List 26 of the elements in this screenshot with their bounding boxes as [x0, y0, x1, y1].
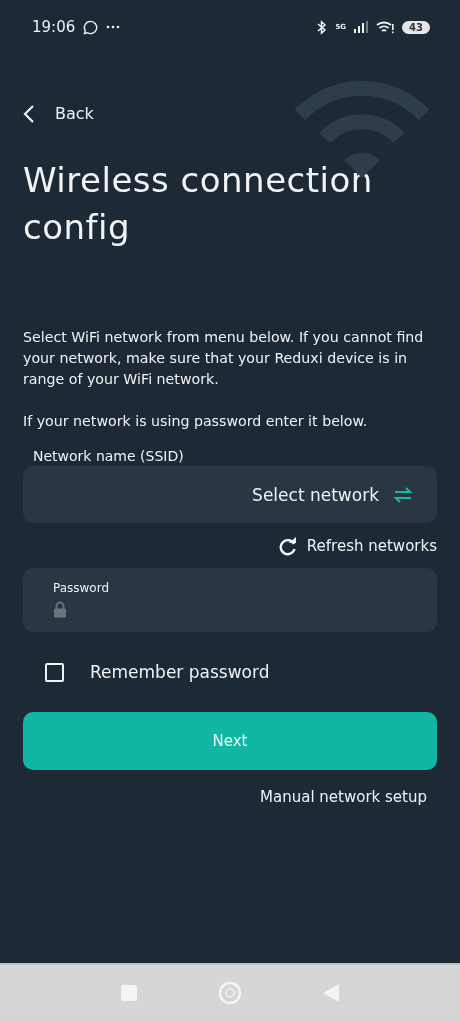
back-button[interactable]: Back — [23, 104, 94, 123]
chat-icon — [83, 19, 99, 35]
field-label: Network name (SSID) — [32, 448, 184, 464]
page-title: Wireless connection config — [23, 159, 374, 249]
signal-icon — [354, 21, 369, 33]
manual-setup-link[interactable]: Manual network setup — [260, 788, 427, 806]
status-time: 19:06 — [32, 18, 76, 36]
recents-icon[interactable] — [120, 984, 138, 1002]
swap-icon — [393, 486, 413, 503]
chevron-left-icon — [23, 104, 35, 123]
network-select[interactable]: Select network — [23, 466, 437, 523]
bluetooth-icon — [317, 19, 328, 35]
wifi-icon — [376, 20, 395, 34]
home-icon[interactable] — [218, 981, 242, 1005]
remember-checkbox[interactable] — [45, 662, 64, 682]
more-icon — [106, 25, 121, 29]
refresh-icon — [277, 536, 298, 556]
field-label: Password — [53, 581, 110, 595]
lock-icon — [53, 600, 67, 618]
instruction-text: Select WiFi network from menu below. If you cannot find your network, make sure that your Reduxi device is in range of your WiFi network. — [23, 328, 425, 389]
checkbox-label: Remember password — [90, 662, 270, 682]
battery-level: 43 — [402, 20, 430, 34]
password-field[interactable]: Password — [23, 568, 437, 632]
instruction-text: If your network is using password enter it below. — [23, 412, 369, 431]
back-icon[interactable] — [322, 983, 340, 1003]
refresh-button[interactable]: Refresh networks — [277, 536, 437, 556]
